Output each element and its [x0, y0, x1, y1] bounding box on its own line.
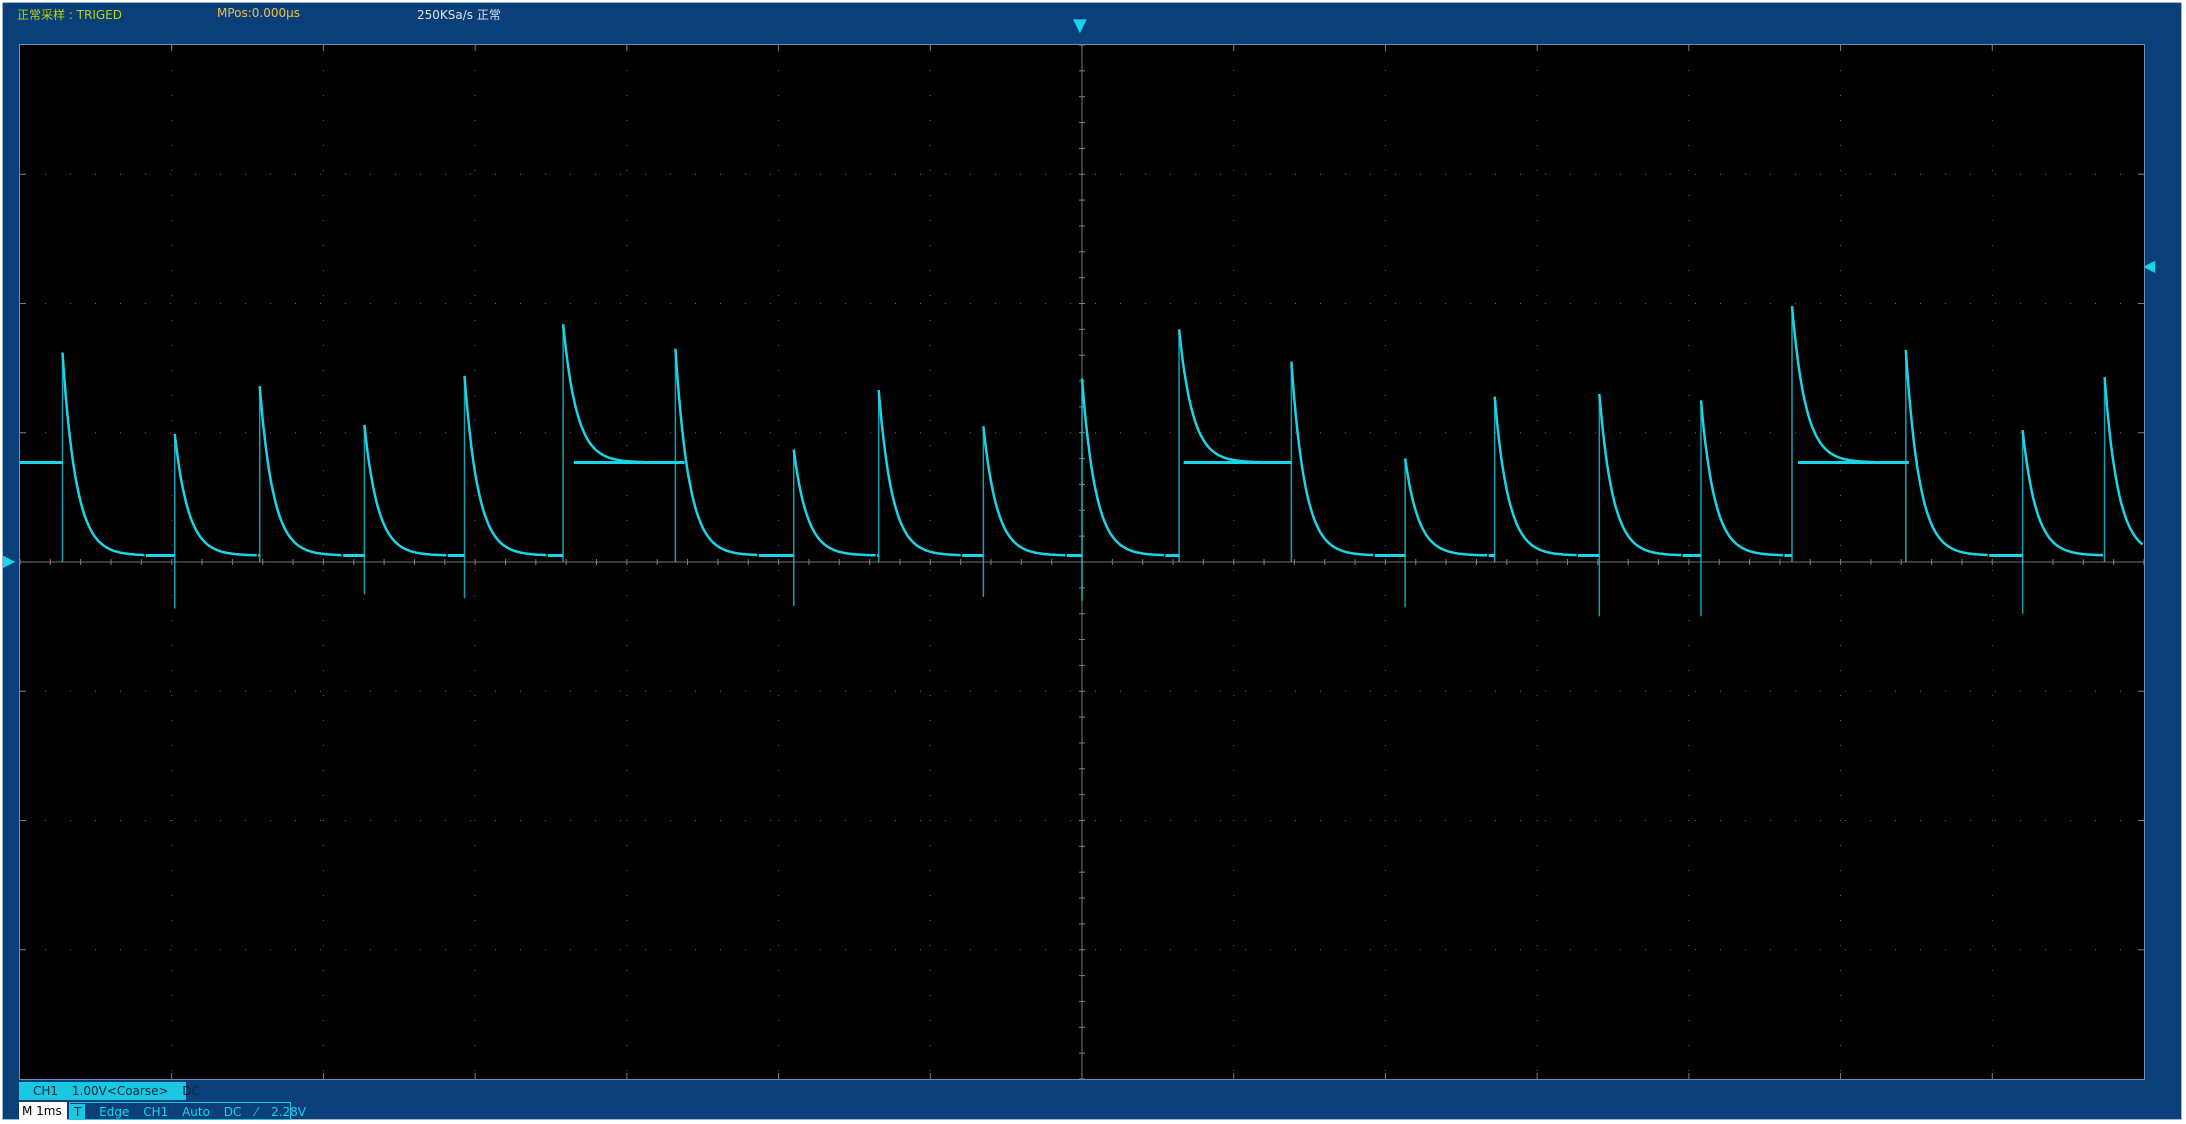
trigger-slope-icon: ⁄ — [255, 1105, 258, 1119]
trace-decay — [2021, 430, 2104, 557]
waveform-plot — [20, 45, 2144, 1079]
trace-decay — [674, 348, 758, 557]
channel-scale: 1.00V<Coarse> — [71, 1084, 169, 1098]
channel-name: CH1 — [33, 1084, 59, 1098]
trace-decay — [258, 386, 342, 557]
trace-decay — [1699, 400, 1783, 557]
trace-decay — [792, 449, 876, 557]
memory-position: MPos:0.000μs — [217, 6, 301, 20]
trace-decay — [61, 352, 145, 557]
oscilloscope-window: 正常采样 : TRIGED MPos:0.000μs 250KSa/s 正常 ▼… — [2, 2, 2182, 1120]
trace-decay — [1080, 378, 1164, 557]
trace-decay — [1493, 396, 1577, 557]
trace-decay — [2103, 377, 2144, 546]
trace-decay — [173, 433, 257, 557]
ch1-ground-marker-icon[interactable]: ▶ — [3, 552, 15, 570]
trigger-level: 2.28V — [271, 1105, 307, 1119]
trace-decay — [1904, 349, 1988, 557]
trace-decay — [1790, 305, 1874, 464]
trigger-source: CH1 — [143, 1105, 169, 1119]
trace-decay — [561, 324, 646, 464]
waveform-display — [19, 44, 2145, 1080]
trace-decay — [1177, 329, 1261, 464]
trace-decay — [463, 375, 547, 557]
trace-decay — [1290, 361, 1374, 557]
sample-rate: 250KSa/s 正常 — [417, 8, 501, 22]
timebase-readout[interactable]: M 1ms — [19, 1102, 67, 1120]
channel-coupling: DC — [182, 1084, 201, 1098]
trigger-type: Edge — [99, 1105, 130, 1119]
trigger-coupling: DC — [223, 1105, 242, 1119]
ch1-info-bar[interactable]: CH1 1.00V<Coarse> DC — [19, 1082, 200, 1100]
trigger-position-marker-icon[interactable]: ▼ — [1073, 17, 1087, 35]
acquisition-status: 正常采样 : TRIGED — [17, 8, 123, 22]
trace-decay — [363, 424, 447, 557]
trace-decay — [877, 389, 961, 557]
trace-decay — [1598, 393, 1682, 557]
trigger-info-bar[interactable]: T Edge CH1 Auto DC ⁄ 2.28V — [69, 1102, 306, 1120]
trace-decay — [982, 426, 1066, 557]
trigger-mode: Auto — [182, 1105, 210, 1119]
trigger-label: T — [70, 1104, 86, 1120]
trace-decay — [1403, 458, 1488, 557]
